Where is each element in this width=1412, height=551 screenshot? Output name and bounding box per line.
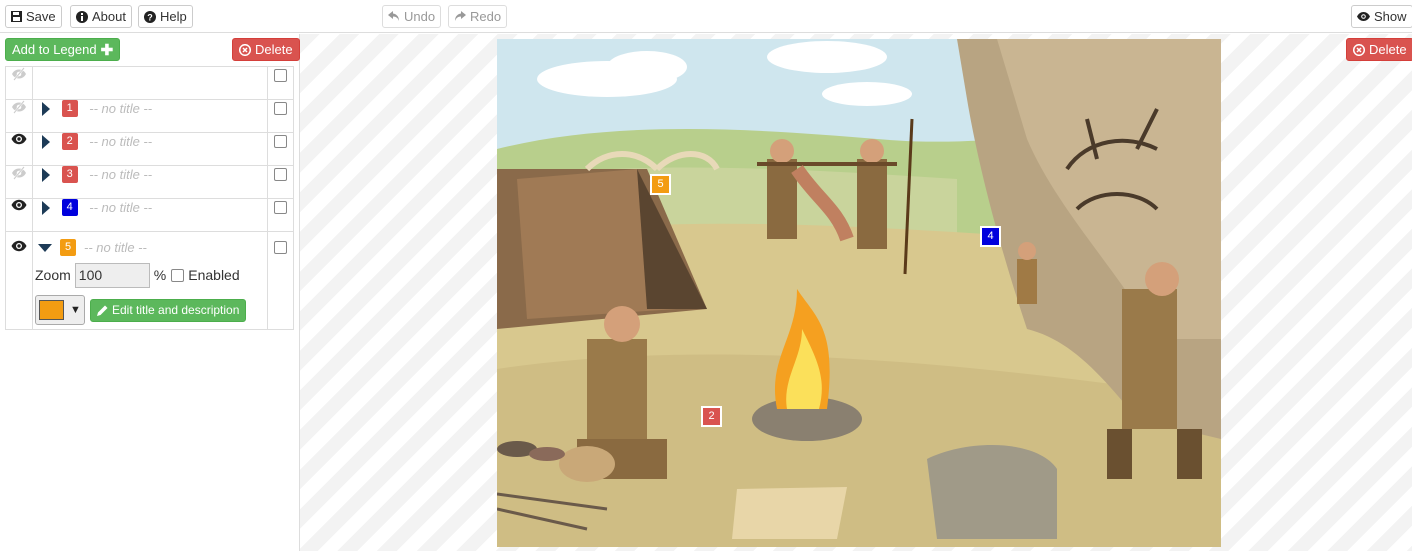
plus-icon: ✚	[100, 41, 114, 59]
save-icon	[11, 11, 22, 22]
add-to-legend-label: Add to Legend	[12, 42, 97, 57]
edit-title-label: Edit title and description	[112, 303, 240, 317]
undo-icon	[388, 11, 399, 21]
legend-title: -- no title --	[89, 134, 153, 150]
legend-item-checkbox[interactable]	[274, 241, 287, 255]
legend-number-badge: 2	[61, 133, 78, 151]
redo-label: Redo	[470, 9, 502, 24]
eye-slash-icon[interactable]	[11, 100, 27, 114]
expand-icon[interactable]	[42, 101, 50, 116]
image-canvas[interactable]: Delete 5 4 2	[300, 34, 1412, 551]
redo-icon	[455, 11, 466, 21]
info-icon	[76, 10, 88, 23]
scene-picture	[497, 39, 1221, 547]
undo-button[interactable]: Undo	[382, 5, 442, 28]
add-to-legend-button[interactable]: Add to Legend ✚	[5, 38, 121, 61]
map-marker-2[interactable]: 2	[701, 406, 722, 427]
save-button[interactable]: Save	[5, 5, 62, 28]
show-button[interactable]: Show	[1351, 5, 1412, 28]
map-marker-5[interactable]: 5	[650, 174, 671, 195]
about-button[interactable]: About	[70, 5, 132, 28]
legend-item-checkbox[interactable]	[274, 168, 287, 182]
legend-item-2: 2 -- no title --	[5, 132, 294, 166]
help-label: Help	[160, 9, 187, 24]
eye-icon	[1357, 12, 1370, 21]
delete-label: Delete	[255, 42, 293, 57]
expand-icon[interactable]	[42, 134, 50, 149]
legend-number-badge: 5	[60, 239, 76, 256]
legend-item-3: 3 -- no title --	[5, 165, 294, 199]
zoom-row: Zoom 100 % Enabled	[35, 262, 267, 288]
legend-item-4: 4 -- no title --	[5, 198, 294, 232]
legend-number-badge: 3	[61, 166, 78, 184]
delete-label: Delete	[1369, 42, 1407, 57]
legend-table: 1 -- no title -- 2 -- no title -- 3 -- n…	[5, 66, 294, 330]
eye-icon[interactable]	[11, 133, 27, 145]
caret-down-icon: ▼	[70, 304, 81, 316]
remove-circle-icon	[239, 43, 251, 56]
legend-item-checkbox[interactable]	[274, 201, 287, 215]
legend-item-checkbox[interactable]	[274, 102, 287, 116]
legend-item-detail: Zoom 100 % Enabled ▼ Edit title and desc…	[33, 256, 267, 325]
eye-icon[interactable]	[11, 240, 27, 252]
legend-title: -- no title --	[89, 167, 153, 183]
color-swatch	[39, 300, 64, 320]
eye-icon[interactable]	[11, 199, 27, 211]
help-button[interactable]: ? Help	[138, 5, 193, 28]
eye-slash-icon[interactable]	[11, 67, 27, 81]
legend-item-5: 5 -- no title -- Zoom 100 % Enabled ▼ Ed…	[5, 231, 294, 330]
undo-label: Undo	[404, 9, 436, 24]
legend-title: -- no title --	[89, 200, 153, 216]
expand-icon[interactable]	[42, 167, 50, 182]
legend-item-1: 1 -- no title --	[5, 99, 294, 133]
zoom-input[interactable]: 100	[74, 262, 150, 288]
edit-title-button[interactable]: Edit title and description	[90, 298, 247, 322]
svg-text:?: ?	[147, 12, 153, 22]
legend-title: -- no title --	[89, 101, 153, 117]
map-marker-4[interactable]: 4	[980, 226, 1001, 247]
eye-slash-icon[interactable]	[11, 166, 27, 180]
redo-button[interactable]: Redo	[448, 5, 508, 28]
legend-header-row	[5, 66, 294, 100]
select-all-checkbox[interactable]	[274, 69, 287, 83]
pencil-icon	[97, 305, 108, 316]
save-label: Save	[26, 9, 56, 24]
legend-number-badge: 4	[61, 199, 78, 217]
delete-legend-button[interactable]: Delete	[232, 38, 300, 61]
delete-image-button[interactable]: Delete	[1346, 38, 1412, 61]
color-row: ▼ Edit title and description	[35, 295, 267, 325]
question-icon: ?	[144, 10, 156, 23]
percent-label: %	[153, 267, 167, 283]
collapse-icon[interactable]	[38, 243, 52, 252]
remove-circle-icon	[1353, 43, 1365, 56]
zoom-enabled-checkbox[interactable]	[171, 268, 185, 282]
enabled-label: Enabled	[188, 267, 240, 283]
legend-number-badge: 1	[61, 100, 78, 118]
show-label: Show	[1374, 9, 1407, 24]
legend-sidebar: Add to Legend ✚ Delete 1 -- no title --	[0, 34, 300, 551]
top-toolbar: Save About ? Help Undo Redo Show	[0, 0, 1412, 33]
about-label: About	[92, 9, 126, 24]
color-picker[interactable]: ▼	[35, 295, 85, 325]
expand-icon[interactable]	[42, 200, 50, 215]
legend-title: -- no title --	[84, 240, 147, 255]
zoom-label: Zoom	[35, 267, 71, 283]
prehistoric-camp-illustration: 5 4 2	[497, 39, 1221, 547]
legend-item-checkbox[interactable]	[274, 135, 287, 149]
